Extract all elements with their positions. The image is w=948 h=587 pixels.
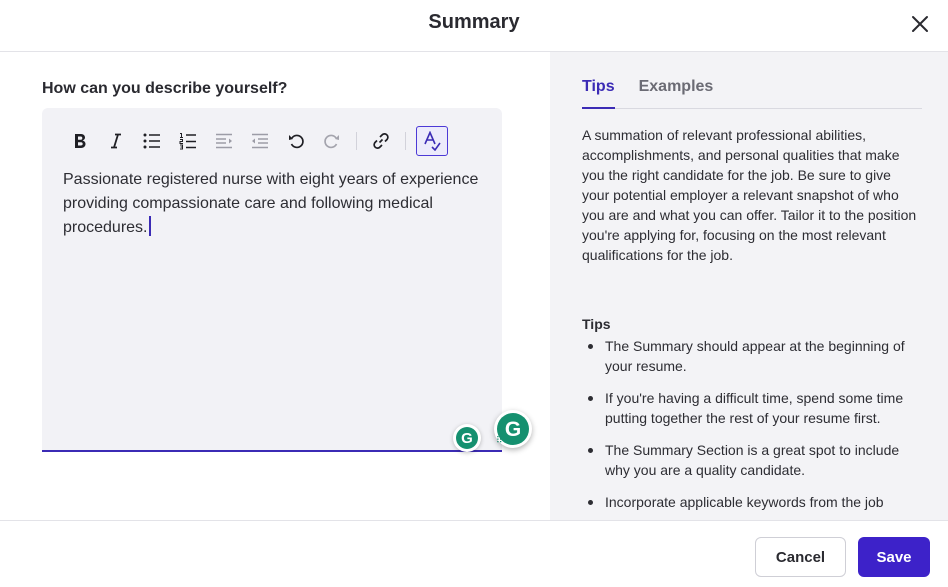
dialog-title: Summary — [428, 11, 520, 33]
undo-button[interactable] — [278, 124, 314, 158]
tab-tips[interactable]: Tips — [582, 78, 615, 109]
tip-item: Incorporate applicable keywords from the… — [582, 492, 922, 512]
italic-icon — [111, 133, 121, 149]
summary-text: Passionate registered nurse with eight y… — [63, 171, 479, 236]
indent-button[interactable] — [206, 124, 242, 158]
editor-toolbar — [62, 124, 448, 158]
svg-text:G: G — [505, 418, 521, 441]
grammarly-drag-handle[interactable]: ⠿ — [496, 436, 503, 445]
redo-icon — [324, 134, 339, 149]
undo-icon — [289, 134, 304, 149]
link-button[interactable] — [363, 124, 399, 158]
toolbar-divider — [356, 132, 357, 150]
tips-list: The Summary should appear at the beginni… — [582, 336, 922, 520]
bold-button[interactable] — [62, 124, 98, 158]
tip-item: If you're having a difficult time, spend… — [582, 388, 922, 428]
grammarly-icon: G — [456, 427, 478, 449]
bullet-list-button[interactable] — [134, 124, 170, 158]
summary-description: A summation of relevant professional abi… — [582, 127, 917, 263]
grammarly-button[interactable]: G — [453, 424, 481, 452]
tip-item: The Summary Section is a great spot to i… — [582, 440, 922, 480]
bullet-list-icon — [143, 133, 160, 149]
spellcheck-icon — [424, 131, 441, 151]
panel-tabs: Tips Examples — [582, 78, 922, 109]
editor-content[interactable]: Passionate registered nurse with eight y… — [63, 168, 483, 240]
numbered-list-button[interactable] — [170, 124, 206, 158]
tab-examples[interactable]: Examples — [639, 78, 714, 109]
tip-item: The Summary should appear at the beginni… — [582, 336, 922, 376]
text-caret — [148, 216, 151, 236]
link-icon — [373, 133, 389, 149]
tips-panel: Tips Examples A summation of relevant pr… — [550, 52, 948, 520]
summary-editor[interactable]: Passionate registered nurse with eight y… — [42, 108, 532, 452]
numbered-list-icon — [179, 133, 196, 150]
close-button[interactable] — [906, 10, 934, 38]
outdent-button[interactable] — [242, 124, 278, 158]
cancel-button[interactable]: Cancel — [755, 537, 846, 577]
outdent-icon — [252, 133, 268, 149]
editor-panel: How can you describe yourself? Passionat… — [0, 52, 550, 520]
dialog-footer: Cancel Save — [0, 520, 948, 587]
indent-icon — [216, 133, 232, 149]
save-button[interactable]: Save — [858, 537, 930, 577]
tips-heading: Tips — [582, 316, 611, 332]
summary-question: How can you describe yourself? — [42, 80, 288, 97]
spellcheck-button[interactable] — [416, 126, 448, 156]
svg-text:G: G — [461, 430, 473, 447]
toolbar-divider — [405, 132, 406, 150]
redo-button[interactable] — [314, 124, 350, 158]
close-icon — [912, 16, 928, 32]
bold-icon — [75, 134, 86, 148]
italic-button[interactable] — [98, 124, 134, 158]
dialog-header: Summary — [0, 0, 948, 52]
